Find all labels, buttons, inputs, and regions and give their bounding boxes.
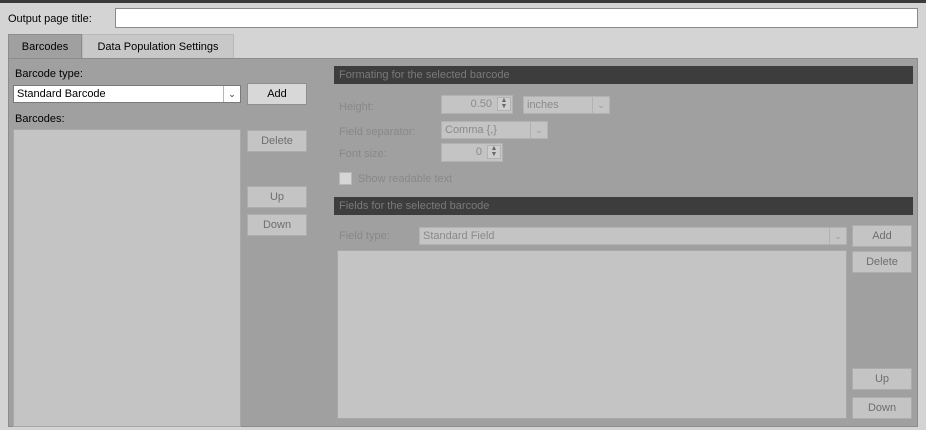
field-separator-value: Comma {,}: [445, 124, 497, 136]
up-field-button[interactable]: Up: [852, 368, 912, 390]
delete-barcode-button[interactable]: Delete: [247, 130, 307, 152]
height-unit-value: inches: [527, 99, 559, 111]
field-separator-dropdown[interactable]: Comma {,} ⌄: [441, 121, 548, 139]
tab-barcodes[interactable]: Barcodes: [8, 34, 82, 58]
barcodes-label: Barcodes:: [15, 113, 65, 125]
field-type-label: Field type:: [339, 230, 390, 242]
tab-data-population-settings[interactable]: Data Population Settings: [82, 34, 234, 58]
barcode-type-label: Barcode type:: [15, 68, 83, 80]
delete-field-button[interactable]: Delete: [852, 251, 912, 273]
output-page-title-input[interactable]: [115, 8, 918, 28]
show-readable-text-label: Show readable text: [358, 173, 453, 185]
height-label: Height:: [339, 101, 374, 113]
field-type-dropdown[interactable]: Standard Field ⌄: [419, 227, 847, 245]
down-barcode-button[interactable]: Down: [247, 214, 307, 236]
chevron-down-icon: ⌄: [829, 228, 846, 244]
height-unit-dropdown[interactable]: inches ⌄: [523, 96, 610, 114]
chevron-down-icon: ⌄: [530, 122, 547, 138]
spinner-arrows-icon[interactable]: ▲ ▼: [487, 145, 501, 159]
height-value: 0.50: [470, 98, 492, 110]
formatting-section-header: Formating for the selected barcode: [334, 66, 913, 84]
add-field-button[interactable]: Add: [852, 225, 912, 247]
down-field-button[interactable]: Down: [852, 397, 912, 419]
field-type-value: Standard Field: [423, 230, 495, 242]
output-page-title-label: Output page title:: [8, 13, 92, 25]
font-size-label: Font size:: [339, 148, 387, 160]
field-separator-label: Field separator:: [339, 126, 416, 138]
font-size-value: 0: [475, 146, 482, 158]
add-barcode-button[interactable]: Add: [247, 83, 307, 105]
barcode-type-value: Standard Barcode: [17, 88, 106, 100]
chevron-down-icon: ⌄: [223, 86, 240, 102]
barcode-type-dropdown[interactable]: Standard Barcode ⌄: [13, 85, 241, 103]
up-barcode-button[interactable]: Up: [247, 186, 307, 208]
fields-list[interactable]: [337, 250, 847, 419]
chevron-down-icon: ⌄: [592, 97, 609, 113]
font-size-spinner[interactable]: 0 ▲ ▼: [441, 143, 503, 162]
barcodes-list[interactable]: [13, 129, 241, 427]
fields-section-header: Fields for the selected barcode: [334, 197, 913, 215]
show-readable-text-checkbox[interactable]: [339, 172, 352, 185]
spinner-arrows-icon[interactable]: ▲ ▼: [497, 97, 511, 111]
barcode-settings-window: Output page title: Barcodes Data Populat…: [0, 0, 926, 430]
height-spinner[interactable]: 0.50 ▲ ▼: [441, 95, 513, 114]
